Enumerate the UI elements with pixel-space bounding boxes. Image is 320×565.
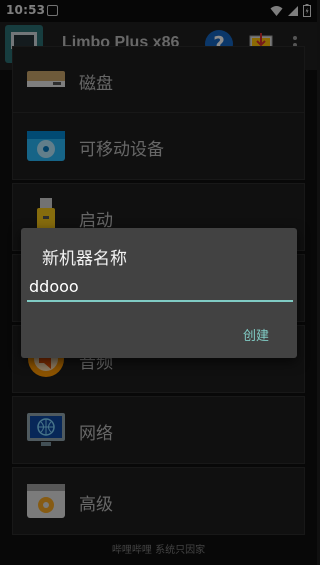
machine-name-input[interactable] — [27, 274, 291, 298]
dialog-title: 新机器名称 — [42, 249, 127, 269]
machine-name-field — [27, 274, 293, 302]
create-button[interactable]: 创建 — [243, 325, 269, 344]
new-machine-dialog: 新机器名称 创建 — [21, 228, 297, 358]
